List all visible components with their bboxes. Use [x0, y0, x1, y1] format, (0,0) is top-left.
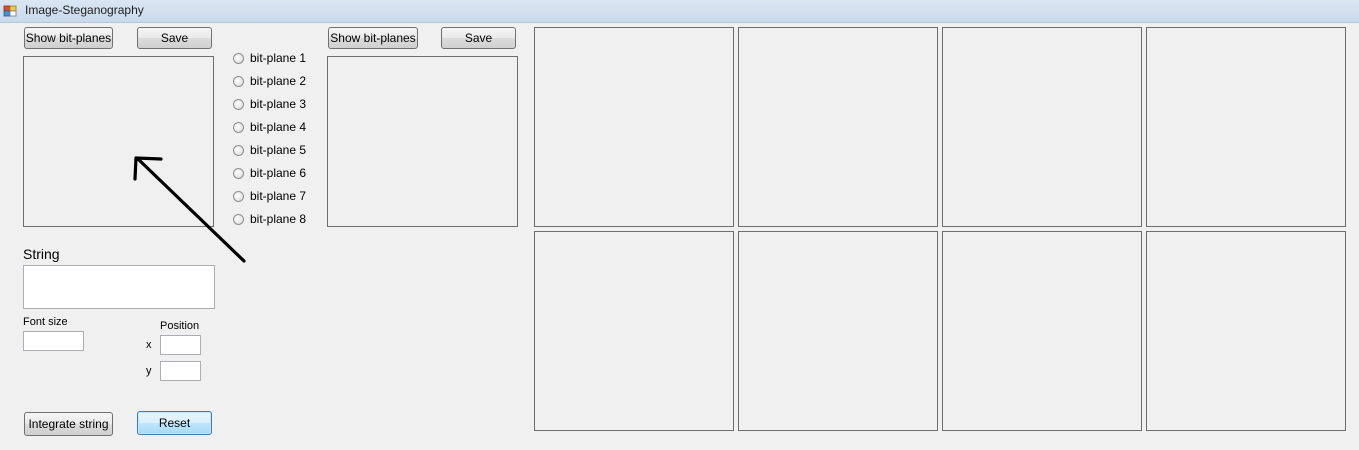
bitplane-option-label: bit-plane 6 — [250, 166, 307, 180]
position-label: Position — [160, 320, 200, 332]
bitplane-option-4[interactable]: bit-plane 4 — [233, 119, 306, 135]
radio-button-icon[interactable] — [233, 52, 244, 64]
radio-button-icon[interactable] — [233, 167, 244, 179]
save-button-left[interactable]: Save — [137, 27, 212, 49]
bitplane-output-box-7[interactable] — [942, 231, 1142, 431]
source-image-box[interactable] — [23, 56, 214, 227]
title-bar[interactable]: Image-Steganography — [0, 0, 1359, 23]
bitplane-output-box-2[interactable] — [738, 27, 938, 227]
radio-button-icon[interactable] — [233, 98, 244, 110]
radio-button-icon[interactable] — [233, 75, 244, 87]
bitplane-output-box-1[interactable] — [534, 27, 734, 227]
integrate-string-button[interactable]: Integrate string — [24, 412, 113, 436]
bitplane-option-label: bit-plane 8 — [250, 212, 307, 226]
radio-button-icon[interactable] — [233, 190, 244, 202]
x-position-input[interactable] — [160, 335, 201, 355]
bitplane-option-1[interactable]: bit-plane 1 — [233, 50, 306, 66]
bitplane-option-label: bit-plane 2 — [250, 74, 307, 88]
bitplane-option-8[interactable]: bit-plane 8 — [233, 211, 306, 227]
radio-button-icon[interactable] — [233, 121, 244, 133]
window-title: Image-Steganography — [25, 3, 144, 17]
bitplane-option-5[interactable]: bit-plane 5 — [233, 142, 306, 158]
bitplane-output-box-4[interactable] — [1146, 27, 1346, 227]
app-window: Image-Steganography Show bit-planes Save… — [0, 0, 1359, 450]
bitplane-option-label: bit-plane 1 — [250, 51, 307, 65]
app-window-icon — [3, 5, 17, 17]
font-size-label: Font size — [23, 316, 68, 328]
bitplane-option-label: bit-plane 4 — [250, 120, 307, 134]
bitplane-output-box-8[interactable] — [1146, 231, 1346, 431]
bitplane-option-7[interactable]: bit-plane 7 — [233, 188, 306, 204]
bitplane-option-label: bit-plane 7 — [250, 189, 307, 203]
reset-button[interactable]: Reset — [137, 411, 212, 435]
radio-button-icon[interactable] — [233, 213, 244, 225]
bitplane-output-box-3[interactable] — [942, 27, 1142, 227]
bitplane-option-label: bit-plane 3 — [250, 97, 307, 111]
font-size-input[interactable] — [23, 331, 84, 351]
save-button-right[interactable]: Save — [441, 27, 516, 49]
y-position-input[interactable] — [160, 361, 201, 381]
show-bitplanes-button-right[interactable]: Show bit-planes — [328, 27, 418, 49]
radio-button-icon[interactable] — [233, 144, 244, 156]
bitplane-option-label: bit-plane 5 — [250, 143, 307, 157]
bitplane-output-box-5[interactable] — [534, 231, 734, 431]
bitplane-output-box-6[interactable] — [738, 231, 938, 431]
bitplane-option-3[interactable]: bit-plane 3 — [233, 96, 306, 112]
y-label: y — [146, 365, 152, 377]
bitplane-image-box[interactable] — [327, 56, 518, 227]
x-label: x — [146, 339, 152, 351]
show-bitplanes-button-left[interactable]: Show bit-planes — [24, 27, 113, 49]
bitplane-option-6[interactable]: bit-plane 6 — [233, 165, 306, 181]
string-input[interactable] — [23, 265, 215, 309]
string-heading: String — [23, 246, 60, 262]
bitplane-option-2[interactable]: bit-plane 2 — [233, 73, 306, 89]
